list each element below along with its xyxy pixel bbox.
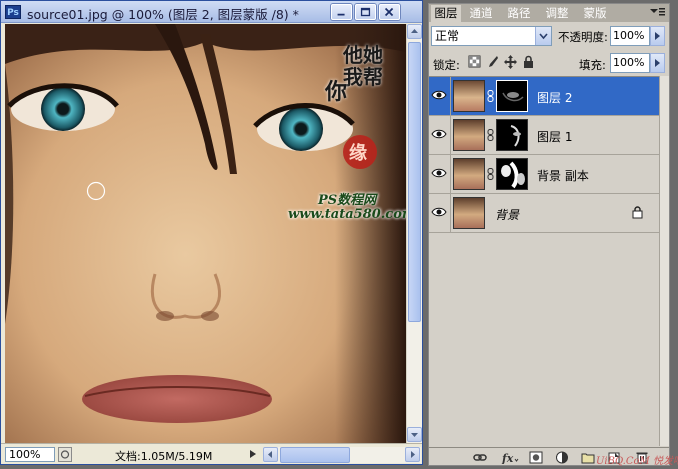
- close-button[interactable]: [379, 4, 400, 20]
- arrow-down-icon: [411, 433, 418, 437]
- layer-mask-thumbnail[interactable]: [496, 119, 528, 151]
- fill-slider-button[interactable]: [650, 53, 665, 73]
- status-bar: 100% 文档:1.05M/5.19M: [1, 443, 422, 464]
- fill-label: 填充:: [579, 58, 606, 72]
- panel-tabs: 图层 通道 路径 调整 蒙版: [429, 4, 669, 22]
- layer-locked-icon: [632, 206, 643, 219]
- layer-name: 图层 2: [537, 91, 573, 105]
- layer-row-background-copy[interactable]: 背景 副本: [429, 155, 659, 194]
- document-size-readout: 文档:1.05M/5.19M: [115, 450, 213, 463]
- visibility-eye-icon[interactable]: [431, 205, 447, 219]
- arrow-right-icon: [655, 32, 660, 40]
- site-name-watermark: PS数程网: [318, 193, 377, 208]
- mask-link-icon[interactable]: [487, 90, 494, 102]
- tab-channels[interactable]: 通道: [465, 5, 497, 22]
- minimize-button[interactable]: [331, 4, 352, 20]
- horizontal-scroll-thumb[interactable]: [280, 447, 350, 463]
- blend-mode-value: 正常: [435, 29, 460, 43]
- lock-transparent-pixels-icon[interactable]: [468, 55, 481, 69]
- calligraphy-text-left: 你: [325, 79, 348, 105]
- layers-panel: 图层 通道 路径 调整 蒙版 正常 不透明度: 100% 锁定: 填充: 100…: [428, 3, 670, 466]
- row-separator: [450, 194, 451, 232]
- add-mask-icon[interactable]: [529, 451, 543, 464]
- vertical-scroll-thumb[interactable]: [408, 42, 421, 322]
- status-arrow-icon[interactable]: [247, 448, 259, 460]
- image-canvas[interactable]: 他她我帮 你 缘 PS数程网 www.tata580.com: [5, 24, 406, 443]
- chevron-down-icon: [539, 33, 548, 40]
- layer-thumbnail[interactable]: [453, 158, 485, 190]
- layer-name: 背景 副本: [537, 169, 589, 183]
- tab-layers[interactable]: 图层: [431, 5, 461, 22]
- row-separator: [450, 155, 451, 193]
- layer-list-scrollbar[interactable]: [659, 76, 669, 446]
- seal-stamp-text: 缘: [349, 143, 367, 164]
- row-separator: [450, 116, 451, 154]
- adjustment-layer-icon[interactable]: [555, 451, 569, 464]
- status-menu-icon: [60, 450, 70, 459]
- mask-link-icon[interactable]: [487, 168, 494, 180]
- opacity-field[interactable]: 100%: [610, 26, 650, 46]
- minimize-icon: [337, 13, 345, 16]
- arrow-up-icon: [411, 29, 418, 33]
- document-window: Ps source01.jpg @ 100% (图层 2, 图层蒙版 /8) *: [0, 0, 423, 465]
- layer-thumbnail[interactable]: [453, 80, 485, 112]
- layer-row-layer-1[interactable]: 图层 1: [429, 116, 659, 155]
- zoom-field[interactable]: 100%: [5, 447, 55, 462]
- fx-icon[interactable]: fx: [501, 451, 519, 464]
- row-separator: [450, 77, 451, 115]
- mask-link-icon[interactable]: [487, 129, 494, 141]
- lock-all-icon[interactable]: [522, 55, 535, 69]
- fill-field[interactable]: 100%: [610, 53, 650, 73]
- panel-menu-icon[interactable]: [648, 5, 666, 22]
- maximize-button[interactable]: [355, 4, 376, 20]
- horizontal-scrollbar[interactable]: [263, 447, 421, 463]
- tab-masks[interactable]: 蒙版: [579, 5, 611, 22]
- layer-row-layer-2[interactable]: 图层 2: [429, 77, 659, 116]
- new-group-icon[interactable]: [581, 451, 595, 464]
- blend-mode-dropdown-arrow[interactable]: [535, 27, 551, 45]
- lock-position-icon[interactable]: [504, 55, 517, 69]
- lock-image-pixels-icon[interactable]: [486, 55, 499, 69]
- document-title: source01.jpg @ 100% (图层 2, 图层蒙版 /8) *: [27, 7, 299, 22]
- blend-mode-select[interactable]: 正常: [431, 26, 552, 46]
- close-icon: [384, 7, 394, 17]
- layer-row-background[interactable]: 背景: [429, 194, 659, 233]
- visibility-eye-icon[interactable]: [431, 127, 447, 141]
- corner-watermark: UiBQ.CoM 悦发吧: [596, 456, 678, 467]
- vertical-scrollbar[interactable]: [406, 24, 422, 443]
- scroll-left-button[interactable]: [263, 447, 278, 462]
- arrow-right-icon: [655, 59, 660, 67]
- link-layers-icon[interactable]: [473, 451, 487, 464]
- tab-paths[interactable]: 路径: [503, 5, 535, 22]
- scroll-down-button[interactable]: [407, 427, 422, 442]
- layer-name: 图层 1: [537, 130, 573, 144]
- calligraphy-text-right: 他她我帮: [343, 43, 383, 89]
- svg-text:fx: fx: [501, 452, 514, 464]
- scroll-up-button[interactable]: [407, 24, 422, 39]
- visibility-eye-icon[interactable]: [431, 166, 447, 180]
- opacity-label: 不透明度:: [558, 30, 608, 44]
- scroll-right-button[interactable]: [405, 447, 420, 462]
- site-url-watermark: www.tata580.com: [288, 207, 406, 222]
- opacity-slider-button[interactable]: [650, 26, 665, 46]
- layer-thumbnail[interactable]: [453, 197, 485, 229]
- tab-adjustments[interactable]: 调整: [541, 5, 573, 22]
- visibility-eye-icon[interactable]: [431, 88, 447, 102]
- arrow-right-icon: [411, 451, 415, 458]
- layer-mask-thumbnail[interactable]: [496, 158, 528, 190]
- layer-name: 背景: [495, 208, 520, 222]
- layer-mask-thumbnail[interactable]: [496, 80, 528, 112]
- maximize-icon: [360, 7, 371, 17]
- layer-list: 图层 2 图层 1 背景 副本 背景: [429, 76, 659, 446]
- arrow-left-icon: [268, 451, 272, 458]
- status-options-button[interactable]: [58, 447, 72, 462]
- document-title-bar[interactable]: Ps source01.jpg @ 100% (图层 2, 图层蒙版 /8) *: [1, 1, 422, 23]
- lock-label: 锁定:: [433, 58, 460, 72]
- photoshop-app-icon: Ps: [5, 5, 21, 19]
- layer-thumbnail[interactable]: [453, 119, 485, 151]
